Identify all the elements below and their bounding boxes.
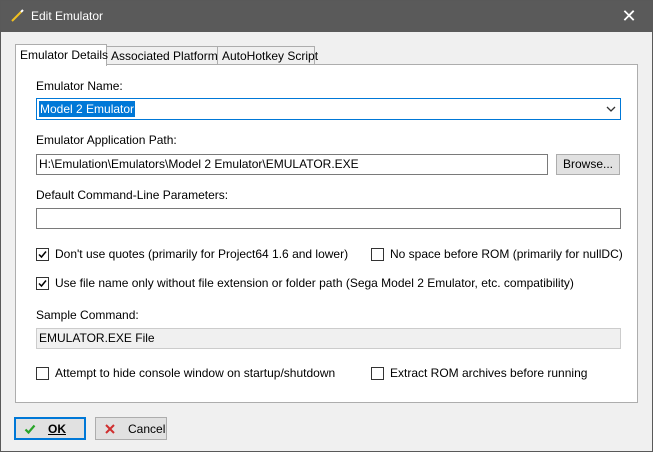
application-path-label: Emulator Application Path: — [36, 133, 177, 147]
ok-button[interactable]: OK — [14, 417, 86, 440]
no-space-before-rom-label: No space before ROM (primarily for nullD… — [390, 247, 623, 261]
file-name-only-label: Use file name only without file extensio… — [55, 276, 574, 290]
dont-use-quotes-checkbox[interactable]: Don't use quotes (primarily for Project6… — [36, 247, 348, 261]
checkmark-icon — [24, 423, 36, 435]
chevron-down-icon[interactable] — [606, 103, 616, 113]
checkbox-unchecked-icon[interactable] — [36, 366, 49, 380]
application-path-input[interactable]: H:\Emulation\Emulators\Model 2 Emulator\… — [36, 154, 548, 175]
hide-console-checkbox[interactable]: Attempt to hide console window on startu… — [36, 366, 335, 380]
tab-associated-platforms[interactable]: Associated Platforms — [106, 46, 224, 64]
browse-button[interactable]: Browse... — [556, 154, 620, 175]
checkbox-unchecked-icon[interactable] — [371, 247, 384, 261]
checkbox-checked-icon[interactable] — [36, 247, 49, 261]
wand-icon — [10, 9, 24, 23]
emulator-name-label: Emulator Name: — [36, 79, 123, 93]
hide-console-label: Attempt to hide console window on startu… — [55, 366, 336, 380]
emulator-name-value: Model 2 Emulator — [39, 101, 136, 117]
command-line-params-input[interactable] — [36, 208, 621, 229]
sample-command-field: EMULATOR.EXE File — [36, 328, 621, 349]
tab-autohotkey-script[interactable]: AutoHotkey Script — [217, 46, 318, 64]
extract-rom-checkbox[interactable]: Extract ROM archives before running — [371, 366, 587, 380]
checkbox-unchecked-icon[interactable] — [371, 366, 384, 380]
dont-use-quotes-label: Don't use quotes (primarily for Project6… — [55, 247, 349, 261]
emulator-name-combobox[interactable]: Model 2 Emulator — [36, 98, 621, 120]
file-name-only-checkbox[interactable]: Use file name only without file extensio… — [36, 276, 574, 290]
cancel-button-label: Cancel — [128, 421, 166, 436]
tab-emulator-details[interactable]: Emulator Details — [15, 44, 108, 66]
title-bar[interactable]: Edit Emulator ✕ — [1, 1, 652, 32]
edit-emulator-window: Edit Emulator ✕ Emulator Details Associa… — [0, 0, 653, 452]
checkbox-checked-icon[interactable] — [36, 276, 49, 290]
window-title: Edit Emulator — [31, 9, 104, 23]
extract-rom-label: Extract ROM archives before running — [390, 366, 588, 380]
sample-command-label: Sample Command: — [36, 308, 139, 322]
ok-button-label: OK — [48, 421, 66, 436]
cancel-button[interactable]: Cancel — [95, 417, 167, 440]
command-line-params-label: Default Command-Line Parameters: — [36, 188, 229, 202]
no-space-before-rom-checkbox[interactable]: No space before ROM (primarily for nullD… — [371, 247, 623, 261]
cross-icon — [104, 423, 116, 435]
close-icon[interactable]: ✕ — [606, 1, 652, 32]
